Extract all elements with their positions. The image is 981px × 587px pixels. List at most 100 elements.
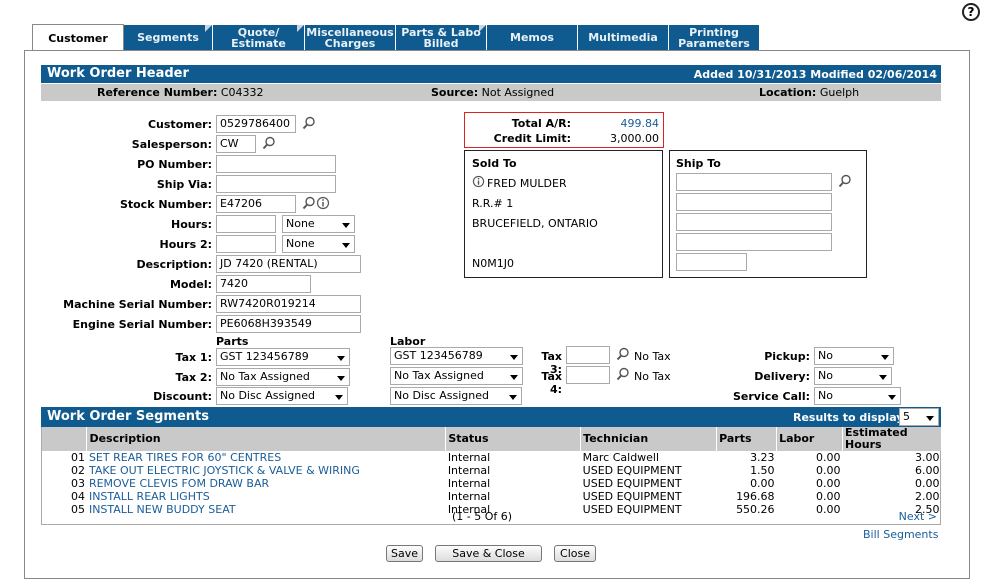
credit-limit-label: Credit Limit:	[493, 132, 571, 145]
ship-to-line1-input[interactable]	[676, 173, 832, 191]
pickup-select[interactable]: No	[814, 347, 894, 365]
stock-search-icon[interactable]	[302, 196, 316, 210]
save-close-button[interactable]: Save & Close	[435, 545, 542, 562]
machine-serial-input[interactable]: RW7420R019214	[216, 295, 361, 313]
results-select[interactable]: 5	[899, 408, 939, 426]
hours2-unit-select[interactable]: None	[282, 235, 355, 253]
reference-bar: Reference Number: C04332 Source: Not Ass…	[41, 84, 941, 101]
labor-tax1-select[interactable]: GST 123456789	[390, 347, 523, 365]
discount-label: Discount:	[153, 390, 212, 403]
segment-link[interactable]: INSTALL NEW BUDDY SEAT	[87, 503, 446, 516]
labor-discount-select[interactable]: No Disc Assigned	[390, 387, 522, 405]
segment-link[interactable]: TAKE OUT ELECTRIC JOYSTICK & VALVE & WIR…	[87, 464, 446, 477]
segments-bar: Work Order Segments Results to display: …	[41, 407, 941, 427]
tax3-search-icon[interactable]	[616, 347, 630, 361]
tax4-input[interactable]	[566, 366, 610, 384]
next-page-link[interactable]: Next >	[899, 510, 937, 523]
model-input[interactable]: 7420	[216, 275, 311, 293]
tax2-label: Tax 2:	[175, 371, 213, 384]
customer-label: Customer:	[147, 118, 212, 131]
tab-memos[interactable]: Memos	[487, 25, 578, 50]
delivery-select[interactable]: No	[814, 367, 892, 385]
salesperson-label: Salesperson:	[131, 138, 212, 151]
hours2-label: Hours 2:	[159, 238, 212, 251]
pager-text: (1 - 5 Of 6)	[452, 510, 513, 523]
po-label: PO Number:	[137, 158, 212, 171]
tax4-search-icon[interactable]	[616, 367, 630, 381]
save-button[interactable]: Save	[386, 545, 423, 562]
ship-to-search-icon[interactable]	[838, 174, 852, 188]
service-call-label: Service Call:	[733, 390, 810, 403]
stock-label: Stock Number:	[119, 198, 212, 211]
tab-multimedia[interactable]: Multimedia	[578, 25, 669, 50]
segments-title: Work Order Segments	[47, 409, 209, 424]
salesperson-input[interactable]: CW	[216, 135, 256, 153]
col-technician: Technician	[580, 427, 718, 451]
stock-number-input[interactable]: E47206	[216, 195, 296, 213]
close-button[interactable]: Close	[554, 545, 596, 562]
segments-table: Description Status Technician Parts Labo…	[42, 427, 942, 516]
col-estimated-hours: Estimated Hours	[842, 427, 942, 451]
sold-to-postal: N0M1J0	[472, 257, 514, 270]
hours-unit-select[interactable]: None	[282, 215, 355, 233]
description-label: Description:	[136, 258, 212, 271]
sold-to-box: Sold To FRED MULDER R.R.# 1 BRUCEFIELD, …	[464, 150, 663, 278]
parts-tax2-select[interactable]: No Tax Assigned	[216, 368, 350, 386]
hours-input[interactable]	[216, 215, 276, 233]
header-dates: Added 10/31/2013 Modified 02/06/2014	[693, 68, 937, 81]
model-label: Model:	[169, 278, 212, 291]
hours-label: Hours:	[171, 218, 212, 231]
customer-search-icon[interactable]	[302, 116, 316, 130]
hours2-input[interactable]	[216, 235, 276, 253]
table-row[interactable]: 02 TAKE OUT ELECTRIC JOYSTICK & VALVE & …	[42, 464, 942, 477]
table-row[interactable]: 03 REMOVE CLEVIS FOM DRAW BAR Internal U…	[42, 477, 942, 490]
col-status: Status	[445, 427, 582, 451]
service-call-select[interactable]: No	[814, 387, 901, 405]
source-value: Not Assigned	[481, 86, 555, 99]
table-row[interactable]: 04 INSTALL REAR LIGHTS Internal USED EQU…	[42, 490, 942, 503]
ship-via-input[interactable]	[216, 175, 336, 193]
location-value: Guelph	[819, 86, 860, 99]
engine-serial-input[interactable]: PE6068H393549	[216, 315, 361, 333]
description-input[interactable]: JD 7420 (RENTAL)	[216, 255, 361, 273]
tab-parts-labor-billed[interactable]: Parts & Labo Billed	[396, 25, 487, 50]
ship-to-title: Ship To	[676, 157, 721, 170]
ship-to-postal-input[interactable]	[676, 253, 747, 271]
col-labor: Labor	[776, 427, 844, 451]
sold-to-line1: R.R.# 1	[472, 197, 514, 210]
tab-customer[interactable]: Customer	[32, 24, 124, 51]
tax3-input[interactable]	[566, 346, 610, 364]
segments-table-wrap: Description Status Technician Parts Labo…	[41, 427, 942, 525]
segment-link[interactable]: SET REAR TIRES FOR 60" CENTRES	[87, 451, 446, 464]
tab-quote-estimate[interactable]: Quote/ Estimate	[213, 25, 305, 50]
segment-link[interactable]: INSTALL REAR LIGHTS	[87, 490, 446, 503]
ship-to-line4-input[interactable]	[676, 233, 832, 251]
customer-input[interactable]: 0529786400	[216, 115, 296, 133]
ship-to-line2-input[interactable]	[676, 193, 832, 211]
shipvia-label: Ship Via:	[156, 178, 212, 191]
tax4-note: No Tax	[634, 370, 671, 383]
ship-to-line3-input[interactable]	[676, 213, 832, 231]
parts-discount-select[interactable]: No Disc Assigned	[216, 387, 348, 405]
info-icon[interactable]	[472, 175, 485, 188]
parts-tax1-select[interactable]: GST 123456789	[216, 348, 350, 366]
pickup-label: Pickup:	[764, 350, 810, 363]
help-icon[interactable]: ?	[962, 3, 980, 21]
sold-to-line2: BRUCEFIELD, ONTARIO	[472, 217, 598, 230]
tax1-label: Tax 1:	[175, 351, 213, 364]
po-number-input[interactable]	[216, 155, 336, 173]
labor-tax2-select[interactable]: No Tax Assigned	[390, 367, 523, 385]
segment-link[interactable]: REMOVE CLEVIS FOM DRAW BAR	[87, 477, 446, 490]
parts-heading: Parts	[216, 335, 249, 348]
tab-printing-parameters[interactable]: Printing Parameters	[669, 25, 760, 50]
bill-segments-link[interactable]: Bill Segments	[863, 528, 938, 541]
tax4-label: Tax 4:	[541, 370, 562, 396]
total-ar-value[interactable]: 499.84	[621, 117, 660, 130]
table-row[interactable]: 01 SET REAR TIRES FOR 60" CENTRES Intern…	[42, 451, 942, 464]
sold-to-title: Sold To	[472, 157, 517, 170]
tab-segments[interactable]: Segments	[124, 25, 213, 50]
stock-info-icon[interactable]	[316, 196, 330, 210]
tab-miscellaneous-charges[interactable]: Miscellaneous Charges	[305, 25, 396, 50]
salesperson-search-icon[interactable]	[262, 136, 276, 150]
tax3-note: No Tax	[634, 350, 671, 363]
